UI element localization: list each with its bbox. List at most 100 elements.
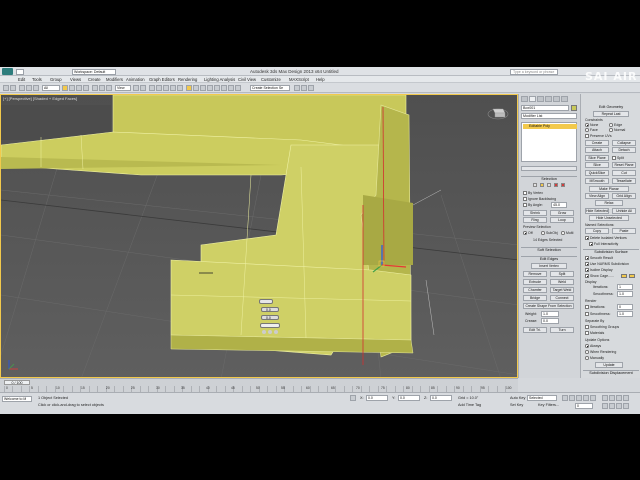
render-smoothness-spinner[interactable]: 1.0 (617, 311, 633, 317)
relax-button[interactable]: Relax (595, 200, 623, 206)
render-iterations-checkbox[interactable] (585, 305, 589, 309)
orbit-icon[interactable] (616, 403, 622, 409)
vertex-icon[interactable] (533, 183, 537, 187)
align-icon[interactable] (200, 84, 206, 91)
keyboard-shortcut-override-icon[interactable] (149, 84, 155, 91)
menu-lighting-analysis[interactable]: Lighting Analysis (204, 77, 235, 82)
make-planar-button[interactable]: Make Planar (589, 186, 629, 192)
select-and-manipulate-icon[interactable] (140, 84, 146, 91)
select-object-icon[interactable] (62, 84, 68, 91)
menu-group[interactable]: Group (50, 77, 62, 82)
constraint-face-radio[interactable] (585, 128, 589, 132)
angle-snap-icon[interactable] (163, 84, 169, 91)
quickslice-button[interactable]: QuickSlice (585, 170, 609, 176)
menu-animation[interactable]: Animation (126, 77, 145, 82)
update-button[interactable]: Update (595, 362, 623, 368)
polygon-icon[interactable] (554, 183, 558, 187)
constraint-edge-radio[interactable] (609, 123, 613, 127)
unlink-icon[interactable] (26, 84, 32, 91)
reference-coordinate-dropdown[interactable]: View (115, 84, 131, 91)
materials-checkbox[interactable] (585, 331, 589, 335)
mirror-icon[interactable] (193, 84, 199, 91)
grow-button[interactable]: Grow (550, 210, 574, 216)
material-editor-icon[interactable] (235, 84, 241, 91)
time-slider[interactable]: 0 / 100 (4, 380, 30, 385)
move-icon[interactable] (92, 84, 98, 91)
render-iterations-spinner[interactable]: 0 (617, 304, 633, 310)
caddy-height-field[interactable]: 0.0 (261, 307, 279, 312)
pivot-center-icon[interactable] (133, 84, 139, 91)
use-nurms-checkbox[interactable] (585, 262, 589, 266)
play-icon[interactable] (576, 395, 582, 401)
percent-snap-icon[interactable] (170, 84, 176, 91)
attach-button[interactable]: Attach (585, 147, 609, 153)
angle-spinner[interactable]: 45.0 (551, 202, 567, 208)
chamfer-button[interactable]: Chamfer (523, 287, 547, 293)
bind-spacewarp-icon[interactable] (33, 84, 39, 91)
modifier-list-dropdown[interactable]: Modifier List (521, 113, 577, 119)
motion-tab-icon[interactable] (545, 96, 552, 102)
named-selection-set-dropdown[interactable]: Create Selection Se (250, 84, 290, 91)
redo-icon[interactable] (10, 84, 16, 91)
lock-selection-icon[interactable] (350, 395, 356, 401)
previous-frame-icon[interactable] (569, 395, 575, 401)
search-input[interactable]: Type a keyword or phrase (510, 68, 558, 75)
display-tab-icon[interactable] (553, 96, 560, 102)
caddy-title[interactable] (259, 299, 273, 304)
tessellate-button[interactable]: Tessellate (612, 178, 636, 184)
view-align-button[interactable]: View Align (585, 193, 609, 199)
selection-filter-dropdown[interactable]: All (42, 84, 60, 91)
viewport-label[interactable]: [+] [Perspective] [Shaded + Edged Faces] (3, 96, 77, 101)
crease-spinner[interactable]: 0.0 (541, 318, 559, 324)
maxscript-listener[interactable]: Welcome to M (2, 396, 32, 402)
collapse-button[interactable]: Collapse (612, 140, 636, 146)
maximize-viewport-icon[interactable] (623, 403, 629, 409)
link-icon[interactable] (19, 84, 25, 91)
constraint-normal-radio[interactable] (609, 128, 613, 132)
goto-end-icon[interactable] (590, 395, 596, 401)
remove-button[interactable]: Remove (523, 271, 547, 277)
loop-button[interactable]: Loop (550, 217, 574, 223)
render-production-icon[interactable] (308, 84, 314, 91)
subdivision-displacement-rollout-title[interactable]: Subdivision Displacement (583, 370, 639, 375)
manually-radio[interactable] (585, 356, 589, 360)
preview-multi-radio[interactable] (561, 231, 565, 235)
scale-icon[interactable] (106, 84, 112, 91)
extrude-button[interactable]: Extrude (523, 279, 547, 285)
rectangular-selection-icon[interactable] (76, 84, 82, 91)
smoothing-groups-checkbox[interactable] (585, 325, 589, 329)
target-weld-button[interactable]: Target Weld (550, 287, 574, 293)
smooth-result-checkbox[interactable] (585, 256, 589, 260)
undo-icon[interactable] (3, 84, 9, 91)
hide-selected-button[interactable]: Hide Selected (585, 208, 609, 214)
shrink-button[interactable]: Shrink (523, 210, 547, 216)
split-checkbox[interactable] (612, 156, 616, 160)
create-button[interactable]: Create (585, 140, 609, 146)
stack-controls[interactable] (521, 166, 577, 171)
edit-edges-rollout-title[interactable]: Edit Edges (521, 256, 577, 261)
workspace-dropdown[interactable]: Workspace: Default (72, 68, 116, 75)
y-coordinate-field[interactable]: 0.0 (398, 395, 420, 401)
cage-color-swatch-1[interactable] (621, 274, 627, 278)
copy-button[interactable]: Copy (585, 228, 609, 234)
edit-geometry-rollout-title[interactable]: Edit Geometry (583, 105, 639, 110)
slice-plane-button[interactable]: Slice Plane (585, 155, 609, 161)
insert-vertex-button[interactable]: Insert Vertex (531, 263, 567, 269)
ring-button[interactable]: Ring (523, 217, 547, 223)
render-smoothness-checkbox[interactable] (585, 312, 589, 316)
turn-button[interactable]: Turn (550, 327, 574, 333)
edit-named-selection-icon[interactable] (186, 84, 192, 91)
object-name-field[interactable]: Box001 (521, 105, 569, 111)
cage-color-swatch-2[interactable] (629, 274, 635, 278)
hide-unselected-button[interactable]: Hide Unselected (589, 215, 629, 221)
menu-edit[interactable]: Edit (18, 77, 25, 82)
msmooth-button[interactable]: MSmooth (585, 178, 609, 184)
bridge-button[interactable]: Bridge (523, 295, 547, 301)
caddy-type-field[interactable] (260, 323, 280, 328)
caddy-outline-field[interactable]: 0.0 (261, 315, 279, 320)
border-icon[interactable] (547, 183, 551, 187)
layer-manager-icon[interactable] (207, 84, 213, 91)
pan-view-icon[interactable] (609, 403, 615, 409)
window-crossing-icon[interactable] (83, 84, 89, 91)
utilities-tab-icon[interactable] (561, 96, 568, 102)
